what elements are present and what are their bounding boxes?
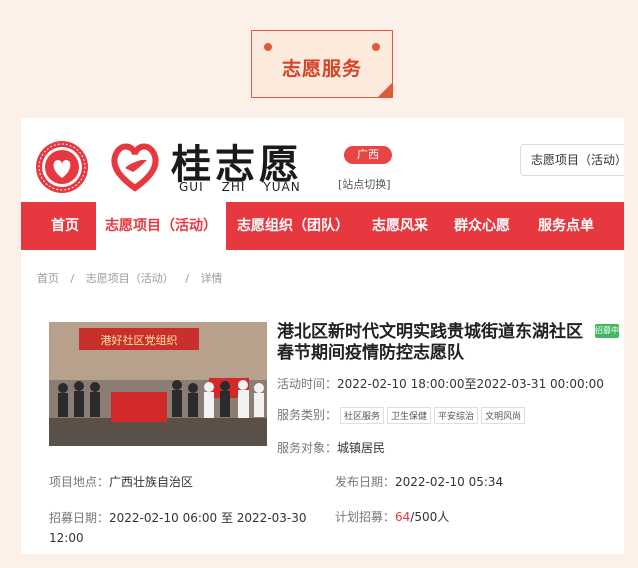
pinyin-yuan: YUAN — [263, 180, 301, 194]
service-category-row: 服务类别： 社区服务 卫生保健 平安综治 文明风尚 — [277, 406, 526, 424]
page-screenshot-card: 桂志愿 GUI ZHI YUAN 广西 [站点切换] 志愿项目（活动） 首页 志愿项… — [21, 118, 624, 554]
site-switch-link[interactable]: [站点切换] — [338, 176, 391, 192]
nav-item-showcase[interactable]: 志愿风采 — [360, 202, 440, 250]
pinyin-gui: GUI — [179, 180, 204, 194]
section-badge: 志愿服务 — [251, 30, 393, 98]
nav-item-organizations[interactable]: 志愿组织（团队） — [226, 202, 360, 250]
publish-date-label: 发布日期： — [335, 475, 396, 489]
project-location-value: 广西壮族自治区 — [109, 475, 194, 489]
planned-recruit-total: /500人 — [410, 510, 450, 524]
planned-recruit-row: 计划招募：64/500人 — [335, 508, 449, 525]
planned-recruit-current: 64 — [395, 510, 411, 524]
badge-corner-fold — [377, 82, 393, 98]
badge-dot-left — [264, 43, 272, 51]
service-target-label: 服务对象： — [277, 441, 338, 455]
activity-time-row: 活动时间：2022-02-10 18:00:00至2022-03-31 00:0… — [277, 375, 604, 392]
volunteer-emblem-icon — [36, 141, 88, 193]
project-location-label: 项目地点： — [49, 475, 110, 489]
breadcrumb: 首页 / 志愿项目（活动） / 详情 — [37, 270, 230, 286]
category-tag: 卫生保健 — [387, 407, 432, 424]
planned-recruit-label: 计划招募： — [335, 510, 396, 524]
breadcrumb-sep: / — [185, 272, 189, 285]
project-location-row: 项目地点：广西壮族自治区 — [49, 473, 193, 490]
site-logo-pinyin: GUI ZHI YUAN — [179, 180, 319, 194]
service-target-value: 城镇居民 — [337, 441, 386, 455]
activity-time-label: 活动时间： — [277, 377, 338, 391]
service-target-row: 服务对象：城镇居民 — [277, 439, 385, 456]
service-category-label: 服务类别： — [277, 408, 338, 422]
recruit-date-label: 招募日期： — [49, 511, 110, 525]
main-nav: 首页 志愿项目（活动） 志愿组织（团队） 志愿风采 群众心愿 服务点单 — [21, 202, 624, 250]
pinyin-zhi: ZHI — [221, 180, 246, 194]
badge-dot-right — [372, 43, 380, 51]
project-title: 港北区新时代文明实践贵城街道东湖社区春节期间疫情防控志愿队 — [277, 322, 583, 363]
section-badge-label: 志愿服务 — [281, 58, 362, 80]
nav-item-service-order[interactable]: 服务点单 — [524, 202, 608, 250]
breadcrumb-home[interactable]: 首页 — [37, 272, 59, 285]
nav-item-projects[interactable]: 志愿项目（活动） — [96, 202, 226, 250]
region-pill[interactable]: 广西 — [344, 146, 392, 164]
publish-date-value: 2022-02-10 05:34 — [395, 475, 504, 489]
breadcrumb-detail: 详情 — [200, 272, 223, 285]
category-tag: 文明风尚 — [481, 407, 526, 424]
project-photo: 港好社区党组织 — [49, 322, 267, 446]
recruit-date-row: 招募日期：2022-02-10 06:00 至 2022-03-30 12:00 — [49, 508, 321, 548]
category-tag: 社区服务 — [340, 407, 385, 424]
heart-hand-logo-icon — [111, 143, 159, 192]
nav-item-wishes[interactable]: 群众心愿 — [440, 202, 524, 250]
breadcrumb-sep: / — [70, 272, 75, 285]
breadcrumb-projects[interactable]: 志愿项目（活动） — [86, 272, 174, 285]
search-category-select[interactable]: 志愿项目（活动） — [520, 144, 624, 176]
photo-banner-text: 港好社区党组织 — [101, 333, 178, 347]
publish-date-row: 发布日期：2022-02-10 05:34 — [335, 473, 503, 490]
activity-time-value: 2022-02-10 18:00:00至2022-03-31 00:00:00 — [337, 377, 604, 391]
recruiting-status-badge: 招募中 — [595, 324, 619, 338]
category-tag: 平安综治 — [434, 407, 479, 424]
